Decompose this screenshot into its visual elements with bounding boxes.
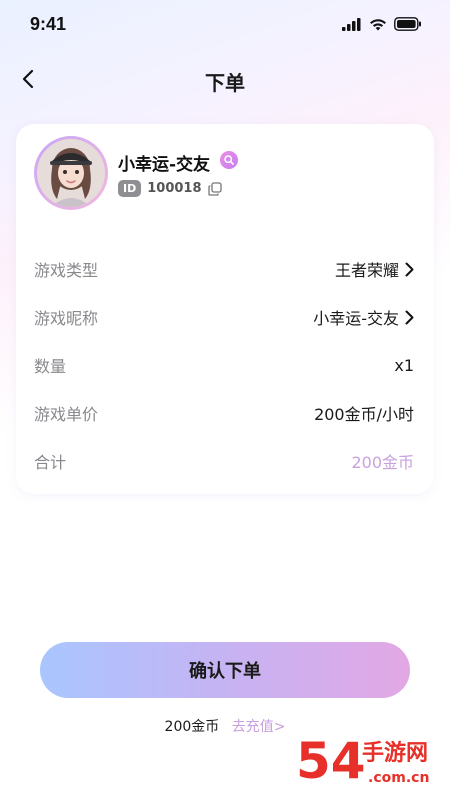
avatar-image xyxy=(37,139,105,207)
row-value: x1 xyxy=(394,355,414,375)
row-label: 游戏昵称 xyxy=(34,309,99,328)
total-value: 200金币 xyxy=(351,453,414,472)
status-icons xyxy=(342,16,422,35)
signal-icon xyxy=(342,16,362,35)
row-total: 合计 200金币 xyxy=(34,447,414,475)
row-game-type[interactable]: 游戏类型 王者荣耀 xyxy=(34,255,414,283)
row-quantity: 数量 x1 xyxy=(34,351,414,379)
recharge-link[interactable]: 去充值> xyxy=(232,719,286,735)
user-id-row: ID 100018 xyxy=(118,180,222,197)
watermark-number: 54 xyxy=(296,732,366,790)
wifi-icon xyxy=(369,16,387,35)
row-label: 数量 xyxy=(34,357,67,376)
battery-icon xyxy=(394,16,422,35)
row-label: 游戏类型 xyxy=(34,261,99,280)
row-game-nickname[interactable]: 游戏昵称 小幸运-交友 xyxy=(34,303,414,331)
id-badge: ID xyxy=(118,180,142,197)
balance-value: 200金币 xyxy=(164,719,220,735)
status-bar: 9:41 xyxy=(0,0,450,50)
watermark-text-main: 手游网 xyxy=(362,740,428,766)
row-value: 小幸运-交友 xyxy=(313,309,399,328)
status-time: 9:41 xyxy=(30,14,67,34)
row-label: 游戏单价 xyxy=(34,405,99,424)
chevron-right-icon xyxy=(405,262,414,277)
row-value: 王者荣耀 xyxy=(334,261,399,280)
user-name: 小幸运-交友 xyxy=(118,155,211,175)
user-id-value: 100018 xyxy=(147,181,202,196)
search-badge-icon xyxy=(220,151,238,169)
row-label: 合计 xyxy=(34,453,67,472)
copy-icon[interactable] xyxy=(207,181,222,196)
chevron-right-icon xyxy=(405,310,414,325)
row-unit-price: 游戏单价 200金币/小时 xyxy=(34,399,414,427)
nav-bar: 下单 xyxy=(0,55,450,103)
page-title: 下单 xyxy=(205,71,245,95)
row-value: 200金币/小时 xyxy=(314,405,414,424)
order-card: 小幸运-交友 ID 100018 游戏类型 王者荣耀 游戏昵称 小幸运-交友 数… xyxy=(16,124,434,494)
watermark-logo: 54 手游网 .com.cn xyxy=(294,724,444,794)
confirm-order-button[interactable]: 确认下单 xyxy=(40,642,410,698)
watermark-text-sub: .com.cn xyxy=(368,770,429,786)
confirm-order-label: 确认下单 xyxy=(189,661,261,682)
avatar[interactable] xyxy=(34,136,108,210)
